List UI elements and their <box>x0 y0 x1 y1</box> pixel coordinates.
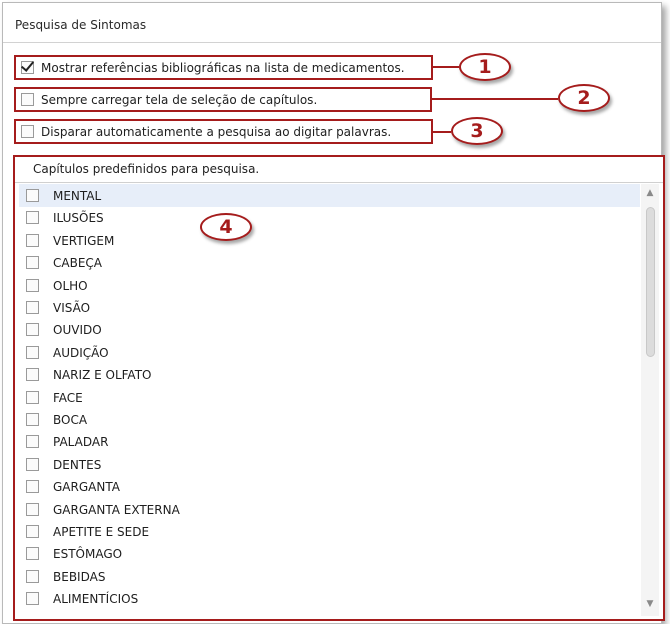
chapter-checkbox[interactable] <box>26 301 39 314</box>
chapter-label: CABEÇA <box>53 256 102 271</box>
chapter-label: GARGANTA <box>53 480 120 495</box>
chapter-label: VISÃO <box>53 301 91 315</box>
always-load-chapters-checkbox[interactable] <box>21 93 34 106</box>
chapter-label: OUVIDO <box>53 323 102 338</box>
chapter-label: MENTAL <box>53 189 102 203</box>
chapter-row[interactable]: PALADAR <box>19 430 640 453</box>
chapter-checkbox[interactable] <box>26 502 39 516</box>
show-references-label: Mostrar referências bibliográficas na li… <box>41 61 405 75</box>
chapter-checkbox[interactable] <box>26 278 39 292</box>
chapter-row[interactable]: ALIMENTÍCIOS <box>19 587 640 610</box>
chapter-checkbox[interactable] <box>26 457 39 471</box>
chapter-label: ESTÔMAGO <box>53 547 123 562</box>
chapter-label: BOCA <box>53 413 88 427</box>
chapter-checkbox[interactable] <box>26 569 39 583</box>
callout-3: 3 <box>451 117 503 145</box>
chapters-title: Capítulos predefinidos para pesquisa. <box>33 162 260 176</box>
show-references-checkbox[interactable] <box>21 61 34 74</box>
callout-2-connector <box>432 98 558 100</box>
chapter-label: ILUSÕES <box>53 211 104 226</box>
callout-1-connector <box>433 66 459 68</box>
chapter-checkbox[interactable] <box>26 189 39 202</box>
chapter-checkbox[interactable] <box>26 480 39 494</box>
chapter-row[interactable]: APETITE E SEDE <box>19 520 640 543</box>
chapter-label: APETITE E SEDE <box>53 525 150 539</box>
chapter-row[interactable]: ILUSÕES <box>19 206 640 229</box>
chapter-label: DENTES <box>53 457 102 472</box>
chapter-label: NARIZ E OLFATO <box>53 368 152 383</box>
chapter-checkbox[interactable] <box>26 323 39 337</box>
chapter-row[interactable]: BOCA <box>19 408 640 431</box>
callout-1: 1 <box>459 53 511 81</box>
chapter-checkbox[interactable] <box>26 413 39 426</box>
chapter-label: OLHO <box>53 278 88 293</box>
chapter-row[interactable]: CABEÇA <box>19 251 640 274</box>
chapter-checkbox[interactable] <box>26 345 39 359</box>
scroll-up-arrow-icon[interactable]: ▲ <box>645 188 655 198</box>
chapter-checkbox[interactable] <box>26 435 39 449</box>
chapter-label: FACE <box>53 390 83 405</box>
chapter-row[interactable]: NARIZ E OLFATO <box>19 363 640 386</box>
auto-search-label: Disparar automaticamente a pesquisa ao d… <box>41 125 392 139</box>
chapter-row[interactable]: OUVIDO <box>19 318 640 341</box>
callout-3-connector <box>433 131 451 133</box>
chapter-row[interactable]: BEBIDAS <box>19 565 640 588</box>
panel-title: Pesquisa de Sintomas <box>15 18 147 32</box>
chapter-label: PALADAR <box>53 435 109 450</box>
chapter-checkbox[interactable] <box>26 233 39 247</box>
chapter-row[interactable]: AUDIÇÃO <box>19 341 640 364</box>
chapter-checkbox[interactable] <box>26 368 39 382</box>
chapter-checkbox[interactable] <box>26 256 39 270</box>
chapter-checkbox[interactable] <box>26 211 39 225</box>
chapter-checkbox[interactable] <box>26 525 39 538</box>
chapter-row[interactable]: DENTES <box>19 453 640 476</box>
chapter-row[interactable]: OLHO <box>19 274 640 297</box>
chapter-row[interactable]: VISÃO <box>19 296 640 319</box>
callout-2: 2 <box>558 84 610 112</box>
scroll-down-arrow-icon[interactable]: ▼ <box>645 599 655 609</box>
chapter-label: BEBIDAS <box>53 569 106 584</box>
callout-4: 4 <box>200 213 252 241</box>
chapter-row[interactable]: FACE <box>19 386 640 409</box>
scroll-thumb[interactable] <box>646 207 655 357</box>
chapter-checkbox[interactable] <box>26 592 39 606</box>
chapter-row[interactable]: GARGANTA EXTERNA <box>19 498 640 521</box>
chapter-checkbox[interactable] <box>26 547 39 561</box>
auto-search-checkbox[interactable] <box>21 125 34 138</box>
chapter-label: VERTIGEM <box>53 233 115 248</box>
chapter-list[interactable]: MENTAL ILUSÕES VERTIGEM CABEÇA OLHO VISÃO OUVI… <box>19 184 640 616</box>
chapter-label: GARGANTA EXTERNA <box>53 502 180 517</box>
chapter-row[interactable]: ESTÔMAGO <box>19 542 640 565</box>
chapter-row[interactable]: VERTIGEM <box>19 229 640 252</box>
chapter-label: AUDIÇÃO <box>53 345 109 360</box>
chapter-checkbox[interactable] <box>26 390 39 404</box>
always-load-chapters-label: Sempre carregar tela de seleção de capít… <box>41 93 318 107</box>
chapter-label: ALIMENTÍCIOS <box>53 592 139 607</box>
chapter-row[interactable]: GARGANTA <box>19 475 640 498</box>
chapter-row[interactable]: MENTAL <box>19 184 640 207</box>
